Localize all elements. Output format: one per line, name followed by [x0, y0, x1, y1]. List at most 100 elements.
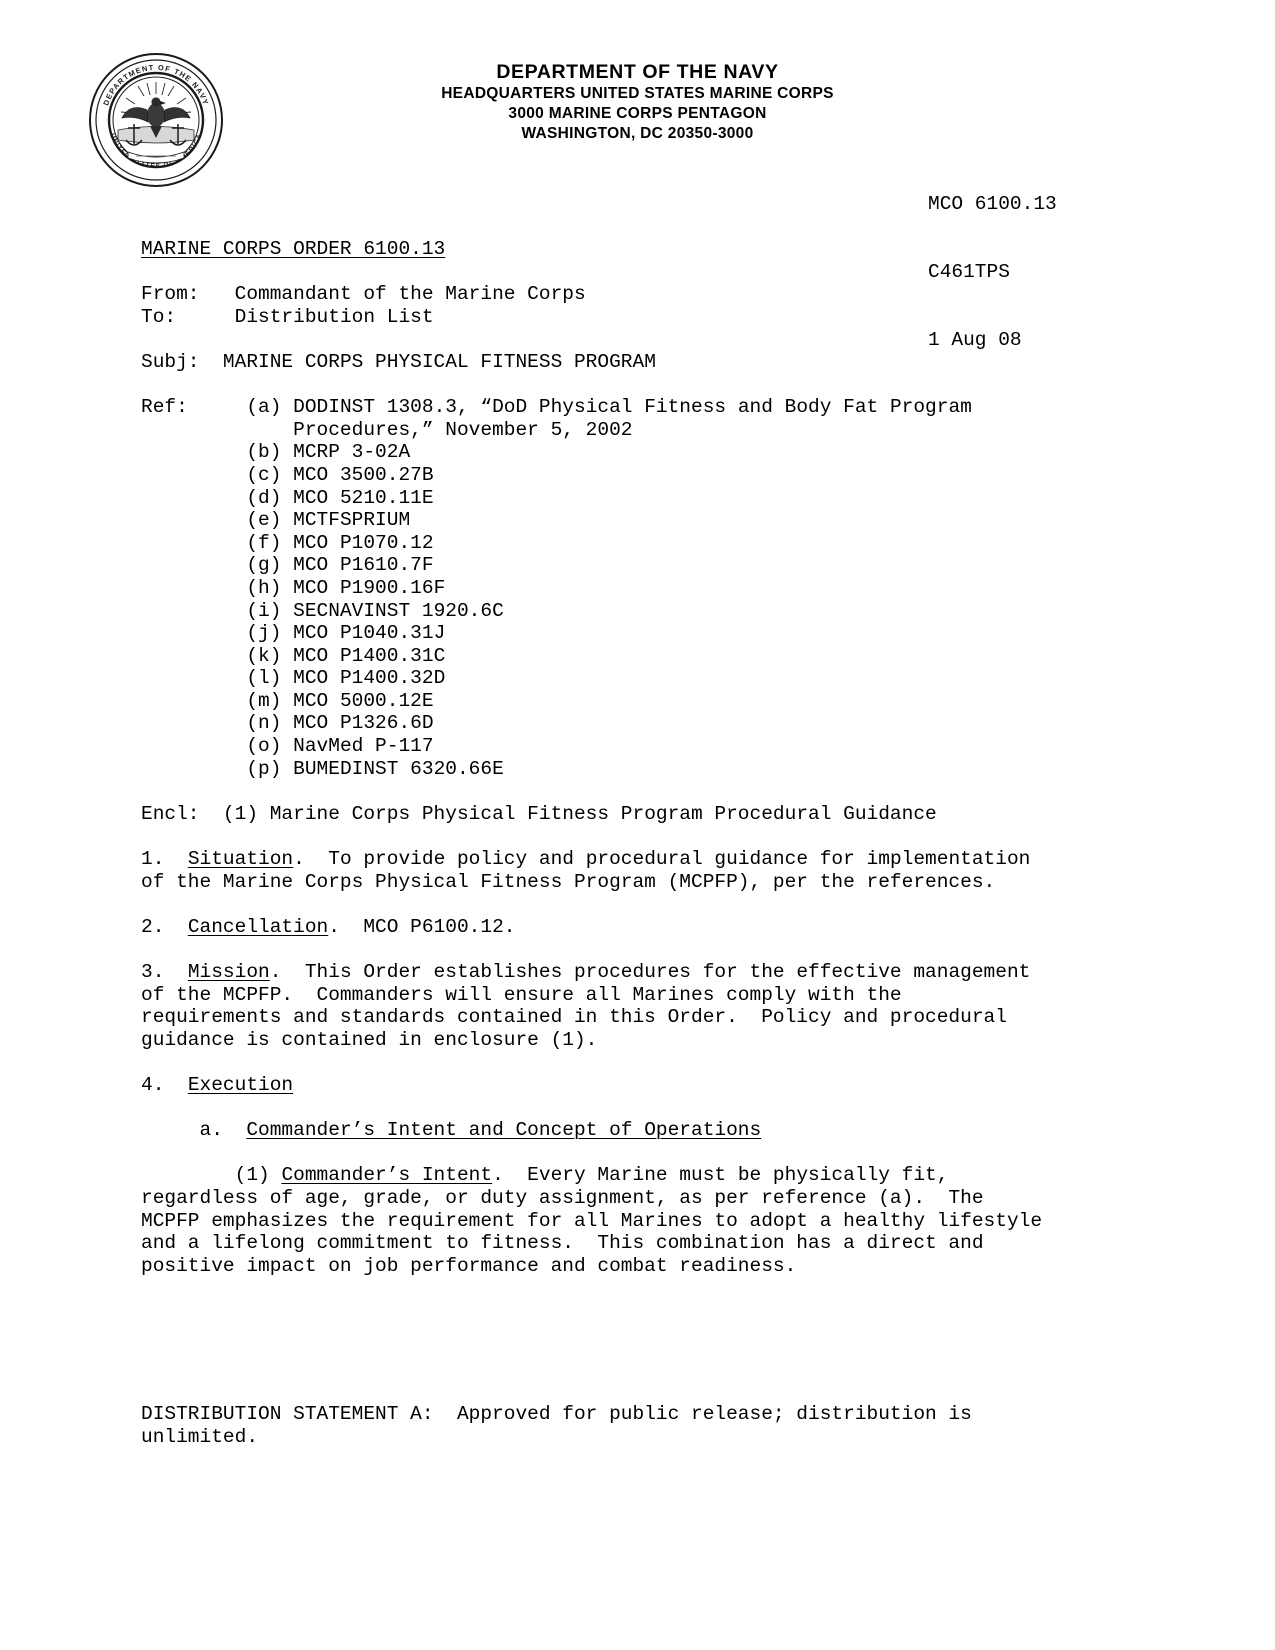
- paragraph-4-heading-line: 4. Execution: [141, 1074, 1101, 1097]
- reference-label: Ref:: [141, 396, 188, 419]
- reference-marker: (l): [246, 667, 282, 690]
- letterhead-line-department: DEPARTMENT OF THE NAVY: [496, 61, 779, 83]
- reference-marker: (o): [246, 735, 282, 758]
- reference-item: (h) MCO P1900.16F: [141, 577, 1101, 600]
- paragraph-4a1-line-1: . Every Marine must be physically fit,: [492, 1164, 949, 1187]
- reference-item: (b) MCRP 3-02A: [141, 441, 1101, 464]
- enclosure-label: Encl:: [141, 802, 200, 825]
- reference-item: (n) MCO P1326.6D: [141, 712, 1101, 735]
- paragraph-4a1-line-5: positive impact on job performance and c…: [141, 1254, 797, 1277]
- reference-continuation: Procedures,” November 5, 2002: [141, 419, 1101, 442]
- paragraph-3-line-1: . This Order establishes procedures for …: [269, 961, 1031, 983]
- reference-marker: (e): [246, 509, 282, 532]
- paragraph-4a-heading: Commander’s Intent and Concept of Operat…: [246, 1119, 762, 1142]
- reference-item: (j) MCO P1040.31J: [141, 622, 1101, 645]
- reference-item: (g) MCO P1610.7F: [141, 554, 1101, 577]
- letterhead: DEPARTMENT OF THE NAVY HEADQUARTERS UNIT…: [0, 60, 1275, 144]
- distribution-statement-line-1: DISTRIBUTION STATEMENT A: Approved for p…: [141, 1403, 972, 1425]
- document-page: DEPARTMENT OF THE NAVY UNITED STATES OF …: [0, 0, 1275, 1650]
- reference-marker: (k): [246, 644, 282, 667]
- paragraph-4-heading: Execution: [187, 1073, 294, 1096]
- paragraph-4a1-marker: (1): [234, 1164, 270, 1187]
- reference-text-cont: Procedures,” November 5, 2002: [293, 418, 633, 441]
- paragraph-3-first-line: 3. Mission. This Order establishes proce…: [141, 961, 1101, 984]
- reference-marker: (d): [246, 486, 282, 509]
- reference-marker: (g): [246, 554, 282, 577]
- paragraph-1-line-1: . To provide policy and procedural guida…: [293, 848, 1031, 871]
- reference-item: (c) MCO 3500.27B: [141, 464, 1101, 487]
- reference-first-line: Ref: (a) DODINST 1308.3, “DoD Physical F…: [141, 396, 1101, 419]
- reference-text: MCO P1070.12: [293, 531, 434, 554]
- reference-text: SECNAVINST 1920.6C: [293, 599, 504, 622]
- to-label: To:: [141, 305, 177, 328]
- from-line: From: Commandant of the Marine Corps: [141, 283, 1101, 306]
- page-title: MARINE CORPS ORDER 6100.13: [141, 238, 1101, 261]
- paragraph-2-number: 2.: [141, 915, 165, 938]
- reference-marker: (h): [246, 576, 282, 599]
- reference-text: NavMed P-117: [293, 735, 434, 758]
- to-line: To: Distribution List: [141, 306, 1101, 329]
- reference-text: MCTFSPRIUM: [293, 509, 411, 532]
- enclosure-text: Marine Corps Physical Fitness Program Pr…: [269, 802, 937, 825]
- letterhead-line-address: 3000 MARINE CORPS PENTAGON: [508, 105, 767, 122]
- reference-marker: (i): [246, 599, 282, 622]
- reference-text: MCO P1040.31J: [293, 622, 446, 645]
- reference-marker: (p): [246, 757, 282, 780]
- distribution-statement: DISTRIBUTION STATEMENT A: Approved for p…: [141, 1403, 972, 1448]
- reference-item: (m) MCO 5000.12E: [141, 690, 1101, 713]
- paragraph-3-number: 3.: [141, 961, 165, 983]
- enclosure-marker: (1): [222, 802, 259, 825]
- enclosure-line: Encl: (1) Marine Corps Physical Fitness …: [141, 803, 1101, 826]
- from-value: Commandant of the Marine Corps: [234, 283, 586, 306]
- reference-item: (f) MCO P1070.12: [141, 532, 1101, 555]
- reference-text: MCRP 3-02A: [293, 441, 411, 464]
- document-body: MARINE CORPS ORDER 6100.13 From: Command…: [141, 238, 1101, 1277]
- reference-text: MCO 5000.12E: [293, 689, 434, 712]
- subject-line: Subj: MARINE CORPS PHYSICAL FITNESS PROG…: [141, 351, 1101, 374]
- reference-text: DODINST 1308.3, “DoD Physical Fitness an…: [293, 396, 972, 419]
- reference-marker: (a): [246, 396, 282, 419]
- reference-marker: (m): [246, 689, 282, 712]
- reference-text: MCO P1400.31C: [293, 644, 446, 667]
- to-value: Distribution List: [234, 305, 434, 328]
- paragraph-2-first-line: 2. Cancellation. MCO P6100.12.: [141, 916, 1101, 939]
- paragraph-4a1-first-line: (1) Commander’s Intent. Every Marine mus…: [141, 1164, 1101, 1187]
- letterhead-line-city-state-zip: WASHINGTON, DC 20350-3000: [521, 125, 754, 142]
- distribution-statement-line-2: unlimited.: [141, 1425, 259, 1448]
- paragraph-2-line-1: . MCO P6100.12.: [328, 915, 516, 938]
- order-number: MCO 6100.13: [928, 193, 1057, 216]
- paragraph-4-number: 4.: [141, 1073, 165, 1096]
- paragraph-2-heading: Cancellation: [187, 915, 329, 938]
- reference-item: (l) MCO P1400.32D: [141, 667, 1101, 690]
- paragraph-1-number: 1.: [141, 848, 165, 871]
- paragraph-4a1-line-4: and a lifelong commitment to fitness. Th…: [141, 1232, 984, 1255]
- subject-value: MARINE CORPS PHYSICAL FITNESS PROGRAM: [222, 350, 656, 373]
- reference-marker: (c): [246, 463, 282, 486]
- reference-text: MCO 3500.27B: [293, 463, 434, 486]
- from-label: From:: [141, 283, 200, 306]
- reference-text: MCO P1400.32D: [293, 667, 446, 690]
- paragraph-3-line-4: guidance is contained in enclosure (1).: [141, 1028, 598, 1051]
- reference-marker: (f): [246, 531, 282, 554]
- reference-item: (k) MCO P1400.31C: [141, 645, 1101, 668]
- subject-label: Subj:: [141, 350, 200, 373]
- reference-item: (i) SECNAVINST 1920.6C: [141, 600, 1101, 623]
- paragraph-1-heading: Situation: [187, 848, 294, 871]
- paragraph-4a-heading-line: a. Commander’s Intent and Concept of Ope…: [141, 1119, 1101, 1142]
- letterhead-line-headquarters: HEADQUARTERS UNITED STATES MARINE CORPS: [441, 85, 834, 102]
- paragraph-4a1-heading: Commander’s Intent: [281, 1164, 493, 1187]
- paragraph-3-heading: Mission: [187, 961, 270, 983]
- reference-item: (p) BUMEDINST 6320.66E: [141, 758, 1101, 781]
- paragraph-1-first-line: 1. Situation. To provide policy and proc…: [141, 848, 1101, 871]
- reference-text: MCO P1326.6D: [293, 712, 434, 735]
- reference-item: (d) MCO 5210.11E: [141, 487, 1101, 510]
- paragraph-1-line-2: of the Marine Corps Physical Fitness Pro…: [141, 870, 996, 893]
